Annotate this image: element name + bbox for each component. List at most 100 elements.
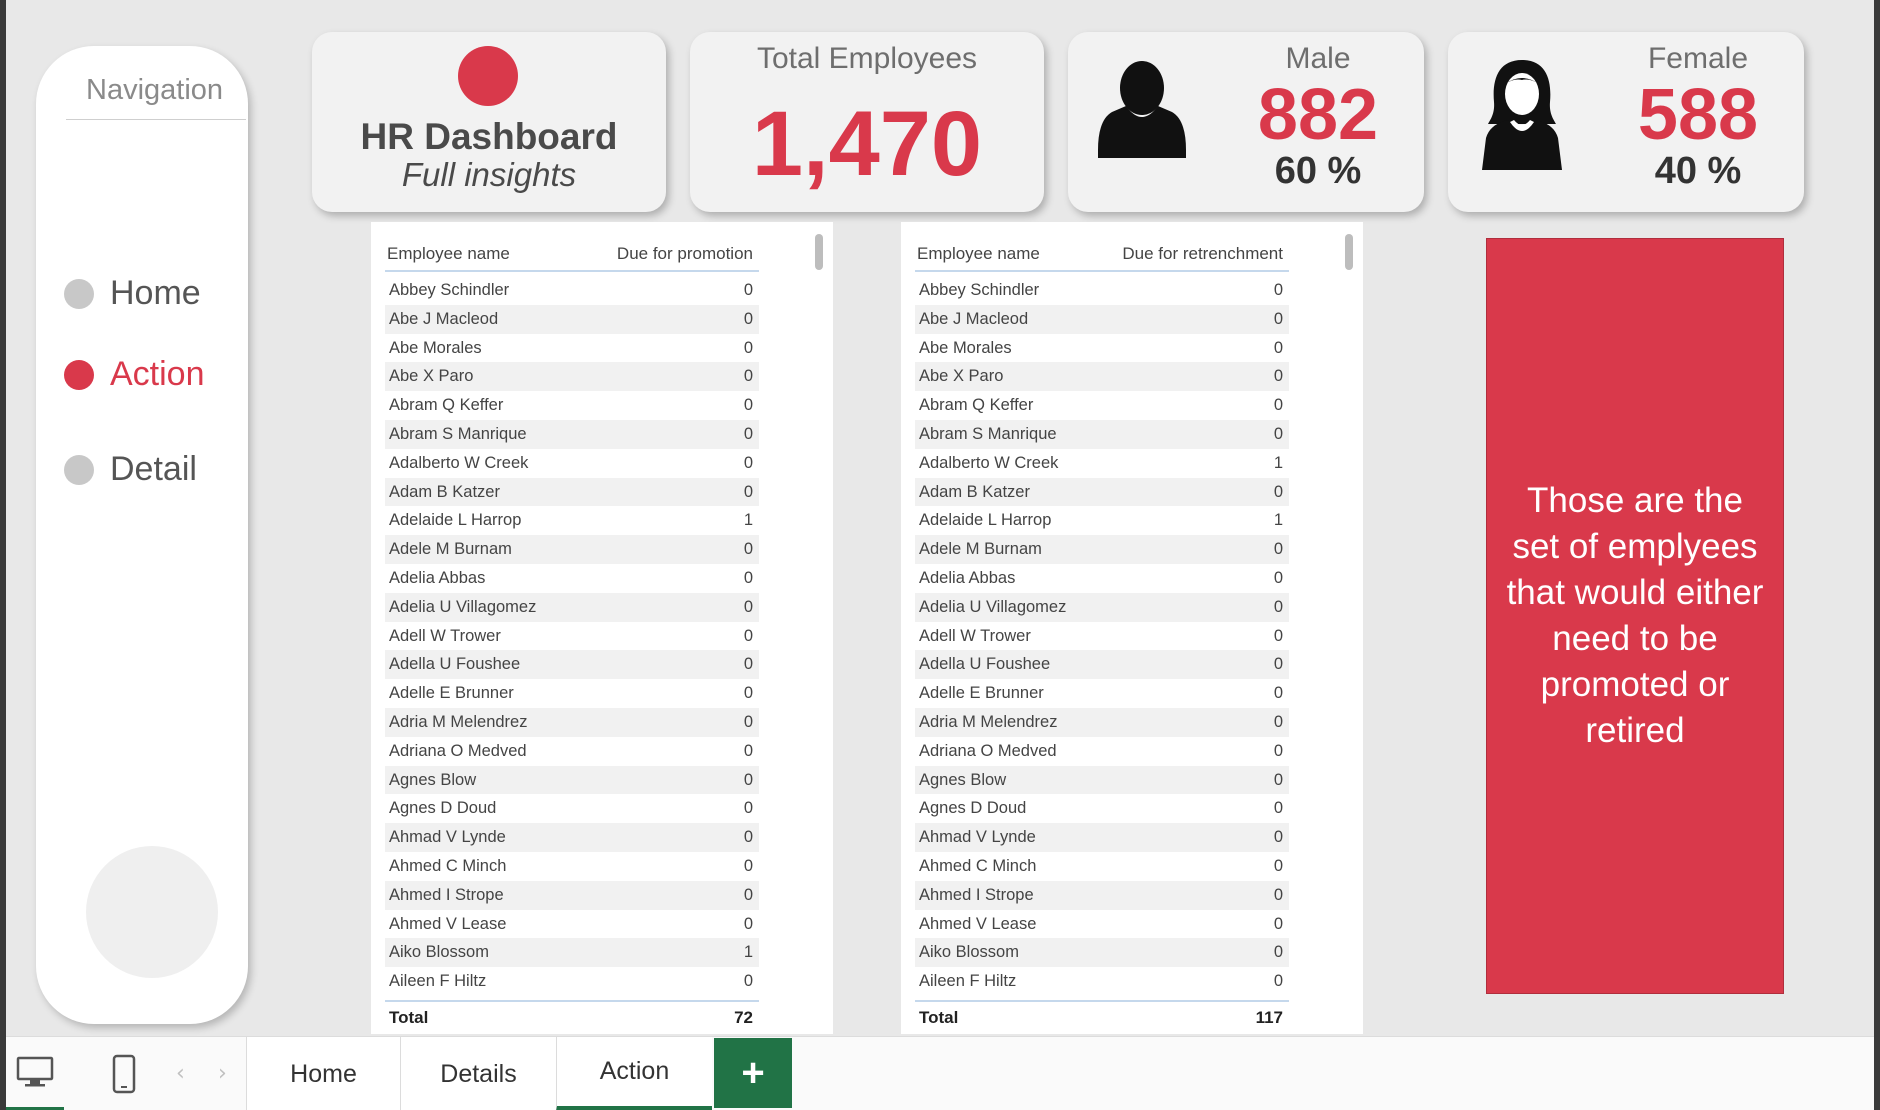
value-cell: 0 (743, 281, 753, 299)
table-row[interactable]: Aiko Blossom 1 (385, 938, 759, 968)
table-row[interactable]: Agnes D Doud 0 (385, 794, 759, 823)
value-cell: 0 (743, 712, 753, 731)
table-header: Employee name Due for promotion (385, 236, 759, 272)
table-row[interactable]: Adell W Trower 0 (385, 622, 759, 651)
table-row[interactable]: Agnes Blow 0 (385, 765, 759, 795)
column-header-employee-name[interactable]: Employee name (917, 244, 1040, 264)
table-row[interactable]: Ahmad V Lynde 0 (915, 823, 1289, 852)
column-header-due-for-promotion[interactable]: Due for promotion (617, 244, 753, 264)
table-row[interactable]: Abram S Manrique 0 (915, 419, 1289, 449)
employee-name-cell: Agnes D Doud (389, 799, 497, 818)
table-row[interactable]: Ahmed I Strope 0 (915, 880, 1289, 910)
table-row[interactable]: Abbey Schindler 0 (385, 276, 759, 305)
table-row[interactable]: Ahmad V Lynde 0 (385, 823, 759, 852)
table-scrollbar[interactable] (1345, 234, 1353, 270)
value-cell: 0 (743, 540, 753, 559)
table-row[interactable]: Adelle E Brunner 0 (385, 679, 759, 708)
employee-name-cell: Adella U Foushee (389, 655, 521, 674)
female-label: Female (1647, 42, 1749, 75)
table-row[interactable]: Agnes D Doud 0 (915, 794, 1289, 823)
table-row[interactable]: Adelia Abbas 0 (385, 564, 759, 593)
male-count: 882 (1257, 75, 1379, 155)
table-row[interactable]: Abe Morales 0 (385, 334, 759, 363)
table-row[interactable]: Abe X Paro 0 (915, 362, 1289, 392)
nav-item-detail[interactable]: Detail (64, 450, 197, 489)
table-row[interactable]: Adelle E Brunner 0 (915, 679, 1289, 708)
table-row[interactable]: Adalberto W Creek 0 (385, 449, 759, 478)
column-header-due-for-retrenchment[interactable]: Due for retrenchment (1122, 244, 1283, 264)
table-scrollbar[interactable] (815, 234, 823, 270)
employee-name-cell: Agnes D Doud (919, 799, 1027, 818)
nav-item-home[interactable]: Home (64, 274, 201, 313)
table-row[interactable]: Abram Q Keffer 0 (385, 391, 759, 420)
table-row[interactable]: Adelia Abbas 0 (915, 564, 1289, 593)
table-row[interactable]: Aileen F Hiltz 0 (915, 967, 1289, 996)
table-row[interactable]: Adelaide L Harrop 1 (915, 506, 1289, 535)
desktop-view-icon[interactable] (6, 1037, 64, 1110)
table-row[interactable]: Aiko Blossom 0 (915, 938, 1289, 968)
table-row[interactable]: Adelaide L Harrop 1 (385, 506, 759, 535)
table-row[interactable]: Adella U Foushee 0 (915, 650, 1289, 680)
value-cell: 0 (1273, 914, 1283, 933)
table-row[interactable]: Agnes Blow 0 (915, 765, 1289, 795)
table-row[interactable]: Adriana O Medved 0 (915, 737, 1289, 766)
table-row[interactable]: Adriana O Medved 0 (385, 737, 759, 766)
value-cell: 1 (743, 943, 753, 962)
value-cell: 0 (1273, 828, 1283, 847)
table-row[interactable]: Adella U Foushee 0 (385, 650, 759, 680)
table-row[interactable]: Adam B Katzer 0 (915, 477, 1289, 507)
add-page-button[interactable]: + (714, 1038, 792, 1108)
female-count: 588 (1637, 75, 1759, 155)
employee-name-cell: Adam B Katzer (389, 482, 500, 501)
table-row[interactable]: Adria M Melendrez 0 (915, 707, 1289, 737)
value-cell: 0 (743, 828, 753, 847)
table-row[interactable]: Aileen F Hiltz 0 (385, 967, 759, 996)
table-row[interactable]: Abram S Manrique 0 (385, 419, 759, 449)
employee-name-cell: Ahmed I Strope (389, 885, 504, 904)
employee-name-cell: Adelle E Brunner (919, 684, 1044, 703)
table-row[interactable]: Adell W Trower 0 (915, 622, 1289, 651)
employee-name-cell: Adria M Melendrez (919, 712, 1058, 731)
table-row[interactable]: Abe X Paro 0 (385, 362, 759, 392)
value-cell: 0 (743, 309, 753, 328)
table-row[interactable]: Ahmed V Lease 0 (385, 910, 759, 939)
table-row[interactable]: Adria M Melendrez 0 (385, 707, 759, 737)
next-page-icon[interactable]: › (218, 1061, 227, 1086)
tab-details[interactable]: Details (400, 1037, 556, 1110)
table-row[interactable]: Ahmed C Minch 0 (915, 852, 1289, 881)
tab-action[interactable]: Action (556, 1037, 712, 1110)
value-cell: 0 (1273, 626, 1283, 645)
employee-name-cell: Abram Q Keffer (389, 396, 504, 415)
table-row[interactable]: Adalberto W Creek 1 (915, 449, 1289, 478)
table-row[interactable]: Adam B Katzer 0 (385, 477, 759, 507)
table-row[interactable]: Adelia U Villagomez 0 (915, 592, 1289, 622)
table-row[interactable]: Abe J Macleod 0 (385, 304, 759, 334)
employee-name-cell: Adria M Melendrez (389, 712, 528, 731)
column-header-employee-name[interactable]: Employee name (387, 244, 510, 264)
tab-home[interactable]: Home (246, 1037, 400, 1110)
employee-name-cell: Adelaide L Harrop (389, 511, 522, 530)
table-row[interactable]: Adele M Burnam 0 (385, 535, 759, 564)
employee-name-cell: Adriana O Medved (389, 741, 527, 760)
table-row[interactable]: Ahmed C Minch 0 (385, 852, 759, 881)
table-row[interactable]: Abe J Macleod 0 (915, 304, 1289, 334)
value-cell: 0 (1273, 770, 1283, 789)
employee-name-cell: Adell W Trower (919, 626, 1031, 645)
prev-page-icon[interactable]: ‹ (176, 1061, 185, 1086)
report-canvas: Navigation Home Action Detail HR Dashboa… (6, 0, 1874, 1036)
value-cell: 0 (1273, 655, 1283, 674)
value-cell: 1 (1273, 453, 1283, 472)
value-cell: 0 (1273, 338, 1283, 357)
value-cell: 0 (1273, 309, 1283, 328)
employee-name-cell: Abram Q Keffer (919, 396, 1034, 415)
phone-view-icon[interactable] (104, 1037, 144, 1110)
nav-circle-button[interactable] (86, 846, 218, 978)
table-row[interactable]: Abram Q Keffer 0 (915, 391, 1289, 420)
table-row[interactable]: Ahmed V Lease 0 (915, 910, 1289, 939)
table-row[interactable]: Abbey Schindler 0 (915, 276, 1289, 305)
table-row[interactable]: Adele M Burnam 0 (915, 535, 1289, 564)
table-row[interactable]: Adelia U Villagomez 0 (385, 592, 759, 622)
table-row[interactable]: Ahmed I Strope 0 (385, 880, 759, 910)
nav-item-action[interactable]: Action (64, 355, 205, 394)
table-row[interactable]: Abe Morales 0 (915, 334, 1289, 363)
